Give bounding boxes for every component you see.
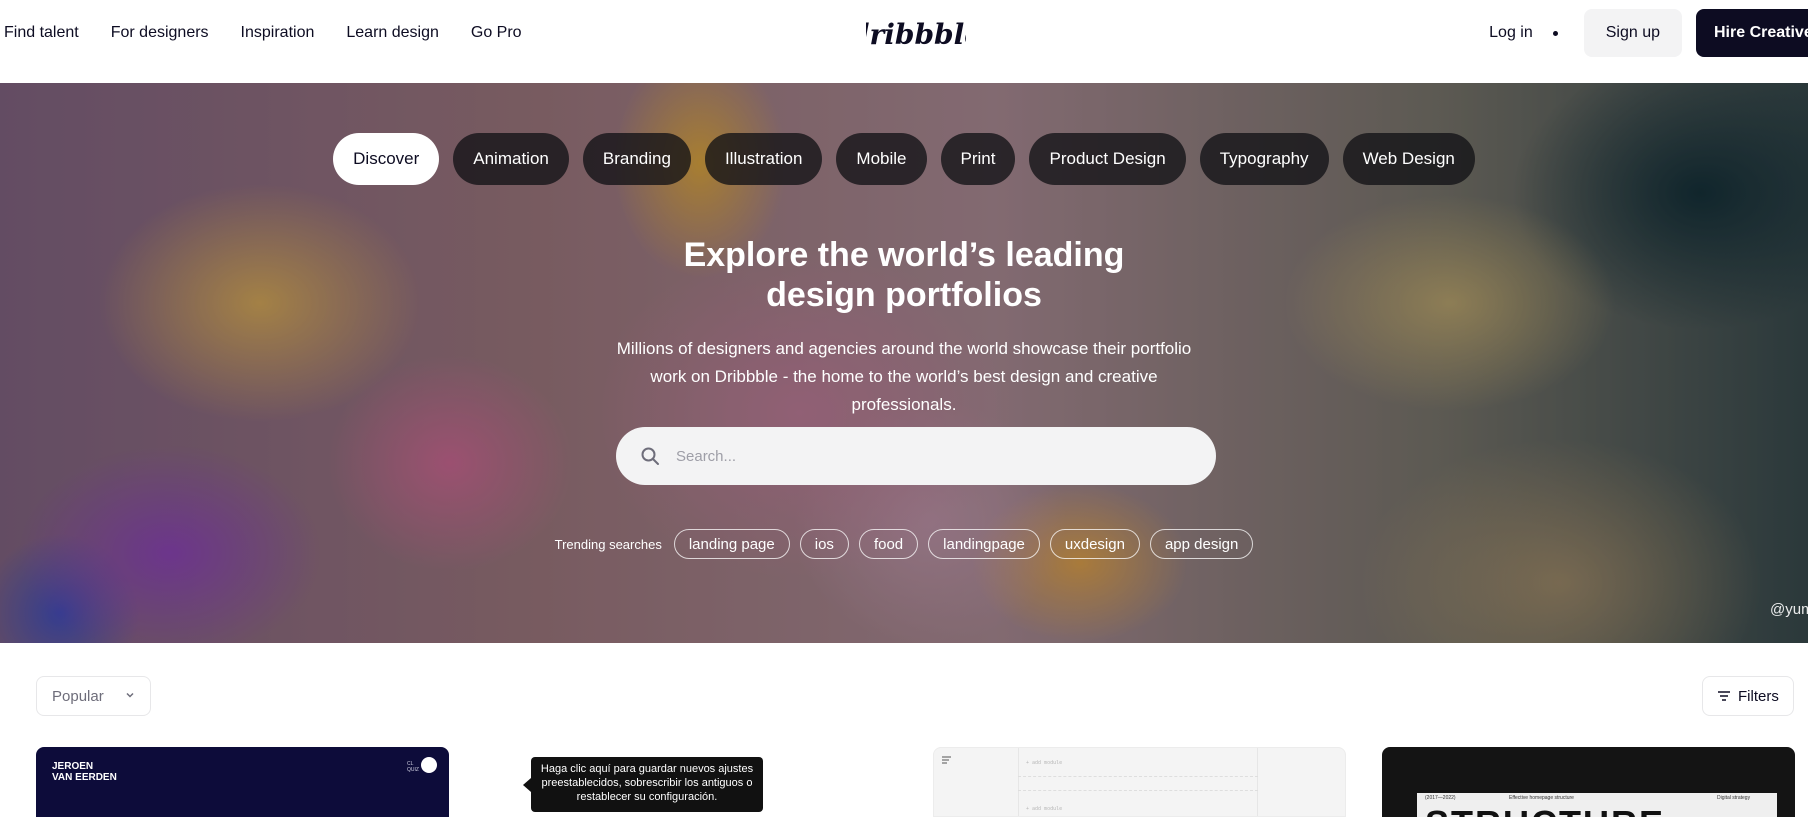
shot-card[interactable]: (2017—2022) Effective homepage structure… xyxy=(1382,747,1795,817)
trending-label: Trending searches xyxy=(554,536,662,552)
hero-banner: Discover Animation Branding Illustration… xyxy=(0,83,1808,643)
logo-wordmark: dribbble xyxy=(866,18,966,51)
shot-title-line2: VAN EERDEN xyxy=(52,772,117,783)
artist-credit-link[interactable]: @yumi xyxy=(1770,601,1808,618)
filter-lines-icon xyxy=(1718,691,1730,701)
nav-inspiration[interactable]: Inspiration xyxy=(241,24,315,42)
shot-title-line1: JEROEN xyxy=(52,761,94,772)
hero-subtitle: Millions of designers and agencies aroun… xyxy=(616,339,1192,414)
sort-value: Popular xyxy=(52,687,104,705)
signup-button[interactable]: Sign up xyxy=(1583,9,1682,57)
shot-title: JEROEN VAN EERDEN xyxy=(52,761,117,783)
search-bar[interactable]: Search... xyxy=(616,427,1216,485)
category-web-design[interactable]: Web Design xyxy=(1342,133,1475,185)
shot-preview-sheet: (2017—2022) Effective homepage structure… xyxy=(1417,793,1777,817)
sort-dropdown[interactable]: Popular xyxy=(36,676,151,716)
shot-meta-center: Effective homepage structure xyxy=(1509,795,1574,801)
trending-tag[interactable]: ios xyxy=(799,529,849,559)
wireframe-label: + add module xyxy=(1026,806,1063,812)
wireframe-divider xyxy=(1018,790,1258,791)
menu-icon xyxy=(942,756,951,764)
category-pills: Discover Animation Branding Illustration… xyxy=(0,133,1808,185)
nav-for-designers[interactable]: For designers xyxy=(111,24,209,42)
shot-corner-line2: QUIZ xyxy=(407,767,419,773)
preset-tooltip: Haga clic aquí para guardar nuevos ajust… xyxy=(523,757,763,812)
trending-tag[interactable]: app design xyxy=(1149,529,1254,559)
search-icon xyxy=(641,447,659,465)
hero-title: Explore the world’s leading design portf… xyxy=(0,235,1808,315)
login-link[interactable]: Log in xyxy=(1489,24,1533,42)
account-actions: Log in Sign up Hire Creatives xyxy=(1489,9,1808,57)
shot-card[interactable]: + add module + add module xyxy=(933,747,1346,817)
category-animation[interactable]: Animation xyxy=(453,133,569,185)
shot-meta-right: Digital strategy xyxy=(1717,795,1751,801)
filters-label: Filters xyxy=(1738,687,1779,705)
shot-card[interactable]: JEROEN VAN EERDEN CL QUIZ xyxy=(36,747,449,817)
separator-dot xyxy=(1552,30,1558,36)
top-navigation: Find talent For designers Inspiration Le… xyxy=(0,0,1808,83)
category-product-design[interactable]: Product Design xyxy=(1029,133,1186,185)
hero-title-line2: design portfolios xyxy=(766,276,1042,314)
trending-tag[interactable]: food xyxy=(858,529,919,559)
search-input[interactable]: Search... xyxy=(676,448,736,465)
category-branding[interactable]: Branding xyxy=(582,133,691,185)
nav-go-pro[interactable]: Go Pro xyxy=(471,24,522,42)
category-mobile[interactable]: Mobile xyxy=(836,133,927,185)
nav-learn-design[interactable]: Learn design xyxy=(346,24,439,42)
filters-button[interactable]: Filters xyxy=(1702,676,1794,716)
wireframe-label: + add module xyxy=(1026,760,1063,766)
chevron-down-icon xyxy=(126,692,134,698)
shot-meta-left: (2017—2022) xyxy=(1425,795,1456,801)
trending-tag[interactable]: landingpage xyxy=(928,529,1040,559)
category-illustration[interactable]: Illustration xyxy=(704,133,823,185)
trending-tag[interactable]: landing page xyxy=(673,529,790,559)
badge-icon xyxy=(421,757,437,773)
wireframe-divider xyxy=(1018,776,1258,777)
dribbble-logo[interactable]: dribbble xyxy=(866,10,966,56)
hero-title-line1: Explore the world’s leading xyxy=(683,236,1125,274)
category-print[interactable]: Print xyxy=(940,133,1016,185)
trending-searches: Trending searches landing page ios food … xyxy=(0,529,1808,559)
nav-find-talent[interactable]: Find talent xyxy=(4,24,79,42)
shot-headline: STRUCTURE xyxy=(1425,803,1665,817)
trending-tag[interactable]: uxdesign xyxy=(1049,529,1140,559)
primary-nav: Find talent For designers Inspiration Le… xyxy=(4,0,522,66)
category-typography[interactable]: Typography xyxy=(1199,133,1329,185)
hire-creatives-button[interactable]: Hire Creatives xyxy=(1696,9,1808,57)
shot-corner-text: CL QUIZ xyxy=(407,761,419,773)
category-discover[interactable]: Discover xyxy=(333,133,440,185)
